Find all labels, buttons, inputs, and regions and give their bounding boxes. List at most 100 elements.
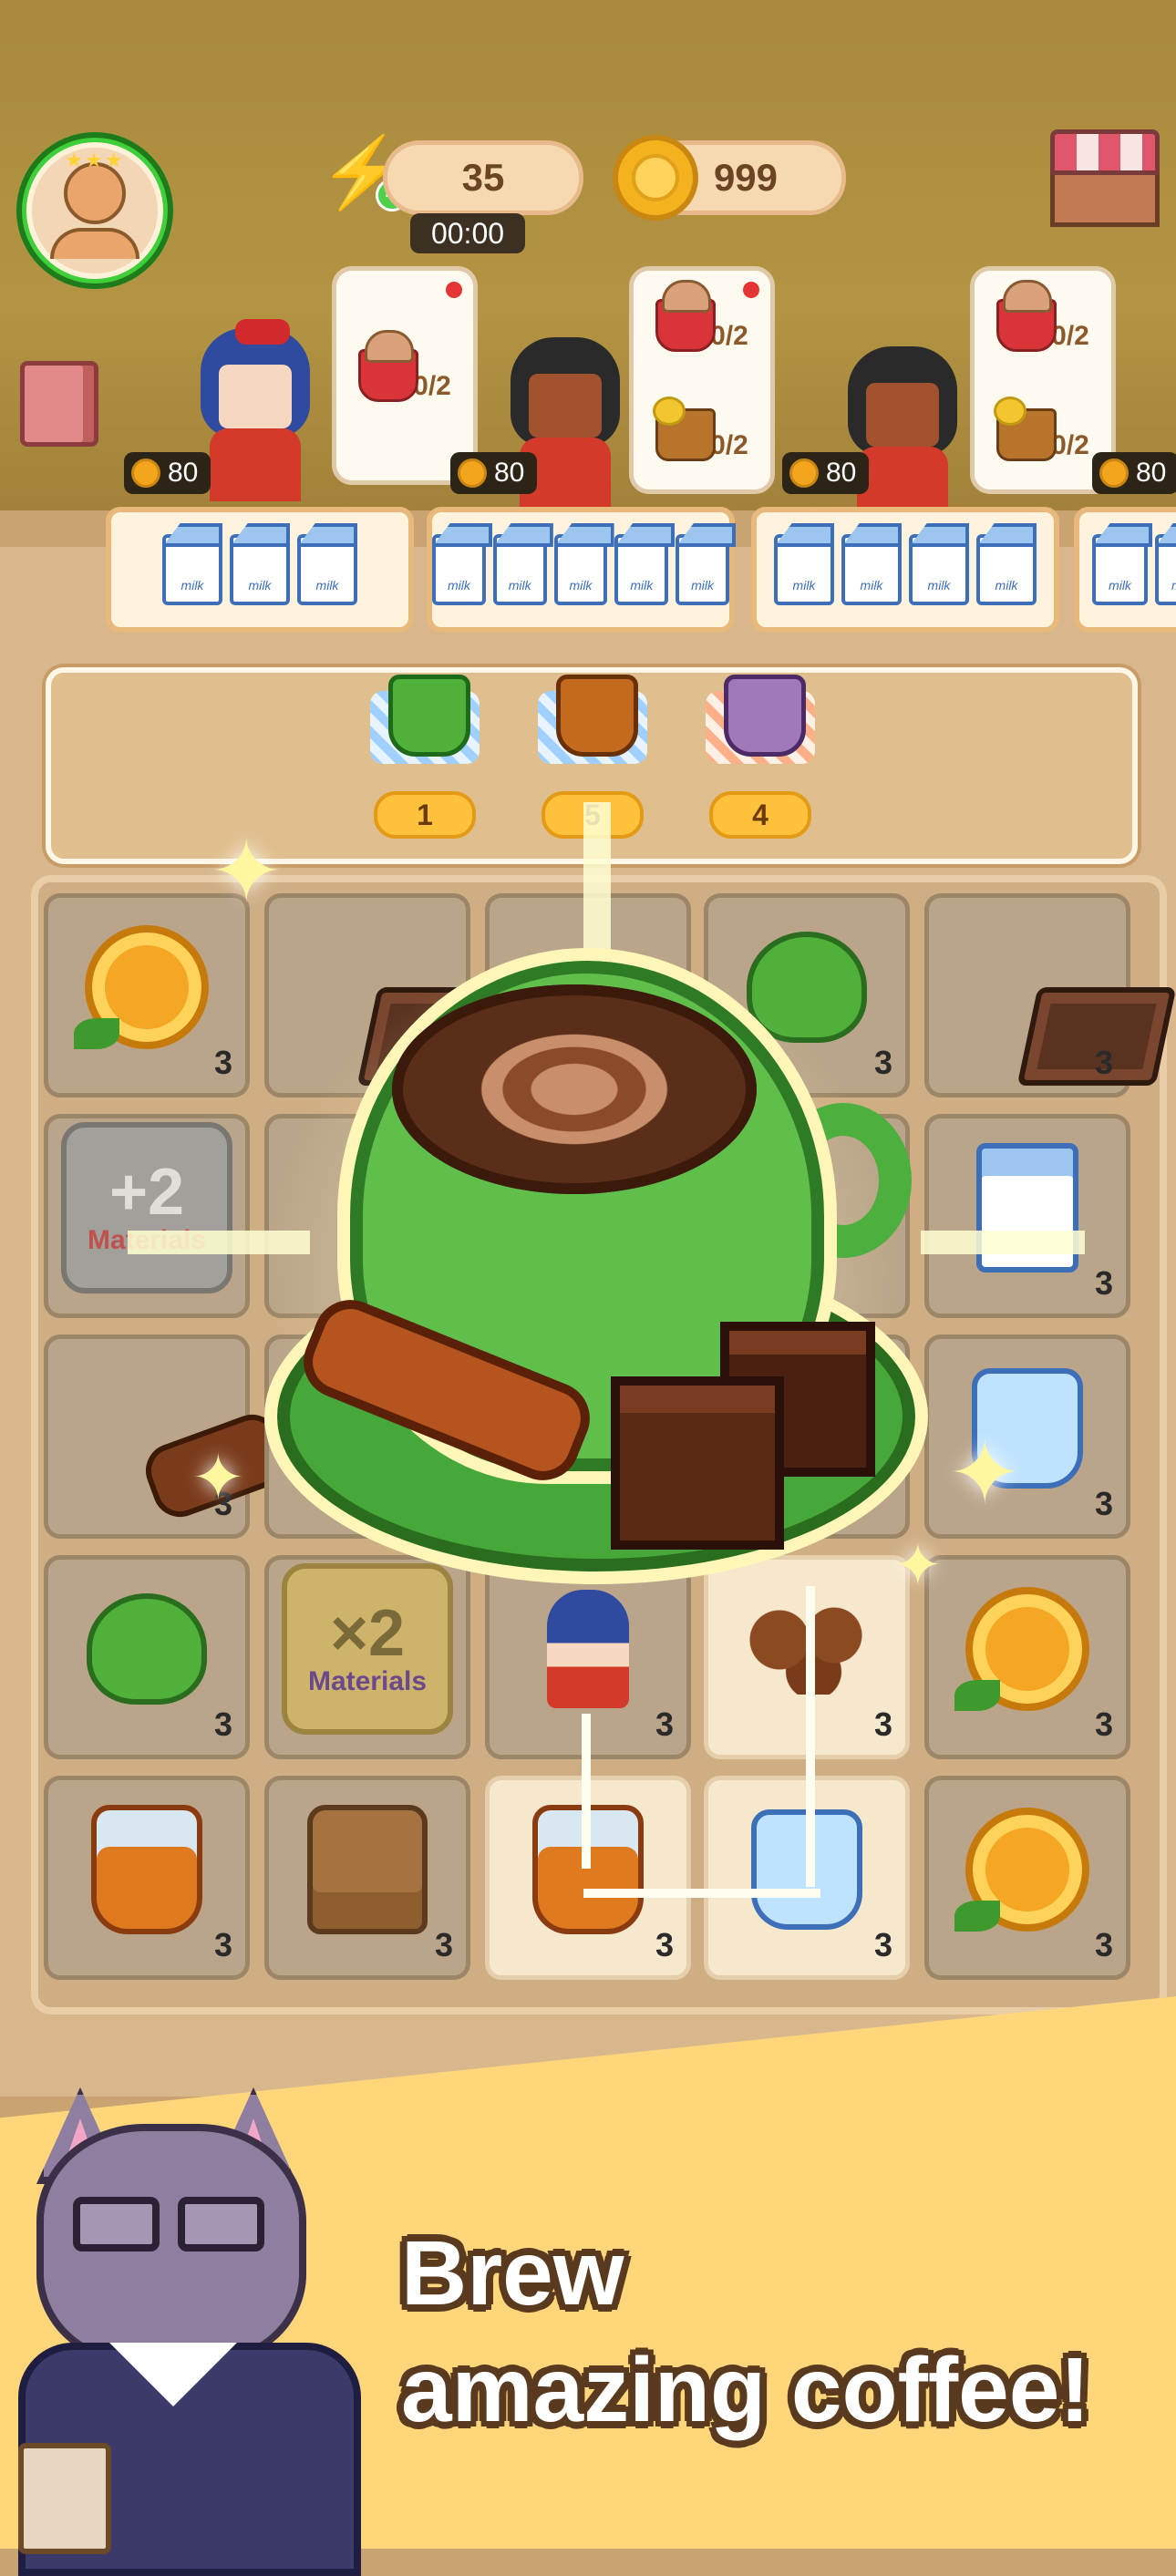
- tagline-line-2: amazing coffee!: [401, 2339, 1090, 2441]
- milk-label: milk: [1171, 578, 1176, 592]
- order-item: 0/2: [358, 330, 451, 402]
- coin-icon: [458, 459, 487, 488]
- sparkle-icon: ✦: [210, 823, 284, 921]
- red-latte-icon: [358, 330, 419, 402]
- milk-carton-icon: milk: [909, 534, 969, 605]
- board-cell[interactable]: 3: [924, 1555, 1130, 1759]
- reward-value: 80: [826, 458, 857, 488]
- merge-chain-line: [582, 1714, 591, 1869]
- customer-reward: 80: [782, 452, 870, 494]
- recipe-green-tea[interactable]: 1: [361, 675, 489, 846]
- milk-carton-icon: milk: [676, 534, 729, 605]
- milk-label: milk: [508, 578, 531, 592]
- tagline-line-1: Brew: [401, 2222, 624, 2324]
- milk-carton-icon: milk: [553, 534, 608, 605]
- glasses-icon: [73, 2197, 264, 2251]
- materials-bonus-tile: ×2 Materials: [282, 1563, 453, 1736]
- order-count: 0/2: [1051, 321, 1089, 351]
- milk-label: milk: [248, 578, 272, 592]
- profile-avatar[interactable]: ★★★: [16, 132, 173, 289]
- order-count: 0/2: [413, 371, 451, 401]
- milk-label: milk: [447, 578, 470, 592]
- counter-tray-3[interactable]: milk milk milk milk: [751, 507, 1059, 633]
- milk-carton-icon: milk: [1155, 534, 1176, 605]
- board-cell[interactable]: 3: [44, 1776, 250, 1980]
- board-cell[interactable]: 3: [264, 1776, 470, 1980]
- avatar-stars-icon: ★★★: [65, 149, 125, 171]
- recipe-count: 4: [709, 791, 811, 839]
- coin-icon: [1099, 459, 1129, 488]
- board-cell[interactable]: 3: [924, 1114, 1130, 1318]
- item-level: 3: [873, 1926, 892, 1963]
- order-count: 0/2: [1051, 430, 1089, 460]
- orange-tea-icon: [653, 397, 717, 461]
- milk-label: milk: [315, 578, 339, 592]
- leaf-icon: [954, 1680, 1000, 1712]
- item-level: 3: [1094, 1926, 1113, 1963]
- milk-label: milk: [995, 578, 1018, 592]
- milk-carton-icon: milk: [230, 534, 290, 605]
- milk-carton-icon: milk: [976, 534, 1037, 605]
- gold-coin-icon: [613, 135, 698, 221]
- counter-tray-2[interactable]: milk milk milk milk milk: [427, 507, 735, 633]
- latte-art-icon: [474, 1030, 675, 1149]
- energy-counter: 35: [383, 140, 583, 215]
- syrup-jar-icon: [91, 1805, 202, 1935]
- item-level: 3: [213, 1044, 232, 1081]
- counter-tray-1[interactable]: milk milk milk: [106, 507, 414, 633]
- milk-label: milk: [792, 578, 816, 592]
- board-cell[interactable]: 3: [44, 893, 250, 1097]
- order-item: 0/2: [996, 280, 1089, 352]
- sparkle-icon: ✦: [191, 1442, 245, 1513]
- item-level: 3: [213, 1705, 232, 1743]
- recipe-chocolate-latte[interactable]: 4: [696, 675, 824, 846]
- shop-stall-icon[interactable]: [1050, 129, 1160, 230]
- order-item: 0/2: [994, 397, 1089, 461]
- milk-label: milk: [181, 578, 204, 592]
- order-bubble-2[interactable]: 0/2 0/2: [629, 266, 775, 494]
- board-cell[interactable]: 3: [924, 893, 1176, 1097]
- reward-value: 80: [494, 458, 525, 488]
- milk-carton-icon: milk: [162, 534, 222, 605]
- barista-girl-icon: [547, 1590, 629, 1709]
- milk-carton-icon: milk: [614, 534, 669, 605]
- energy-value: 35: [461, 156, 505, 199]
- green-tea-cup-icon: [388, 675, 470, 757]
- milk-carton-icon: milk: [432, 534, 486, 605]
- reward-value: 80: [1136, 458, 1167, 488]
- chocolate-latte-icon: [724, 675, 806, 757]
- red-latte-icon: [996, 280, 1057, 352]
- chocolate-chunk-icon: [611, 1376, 784, 1550]
- order-item: 0/2: [653, 397, 748, 461]
- materials-label: Materials: [307, 1666, 428, 1697]
- item-level: 3: [1094, 1485, 1113, 1522]
- leaf-icon: [954, 1901, 1000, 1932]
- milk-label: milk: [927, 578, 951, 592]
- milk-carton-icon: milk: [492, 534, 547, 605]
- item-level: 3: [1094, 1705, 1113, 1743]
- item-level: 3: [1094, 1264, 1113, 1302]
- board-cell[interactable]: +2Materials: [44, 1114, 250, 1318]
- orange-icon: [74, 925, 209, 1050]
- merge-chain-line: [583, 1889, 820, 1898]
- recipe-book-icon[interactable]: [20, 361, 98, 447]
- milk-carton-icon: milk: [1092, 534, 1148, 605]
- item-level: 3: [655, 1926, 674, 1963]
- reward-value: 80: [168, 458, 199, 488]
- item-level: 3: [873, 1705, 892, 1743]
- notification-dot: [743, 282, 759, 298]
- coin-icon: [131, 459, 160, 488]
- milk-label: milk: [630, 578, 654, 592]
- orange-icon: [954, 1808, 1089, 1932]
- materials-multiplier: ×2: [329, 1597, 406, 1671]
- notification-dot: [446, 282, 462, 298]
- board-cell[interactable]: 3: [44, 1555, 250, 1759]
- red-latte-icon: [655, 280, 717, 352]
- counter-tray-4[interactable]: milk milk: [1074, 507, 1176, 633]
- orange-iced-tea-icon: [556, 675, 638, 757]
- gold-value: 999: [713, 156, 779, 199]
- board-cell[interactable]: 3: [924, 1776, 1130, 1980]
- materials-multiplier: +2: [108, 1156, 185, 1230]
- milk-label: milk: [1109, 578, 1131, 592]
- light-ray: [921, 1231, 1085, 1254]
